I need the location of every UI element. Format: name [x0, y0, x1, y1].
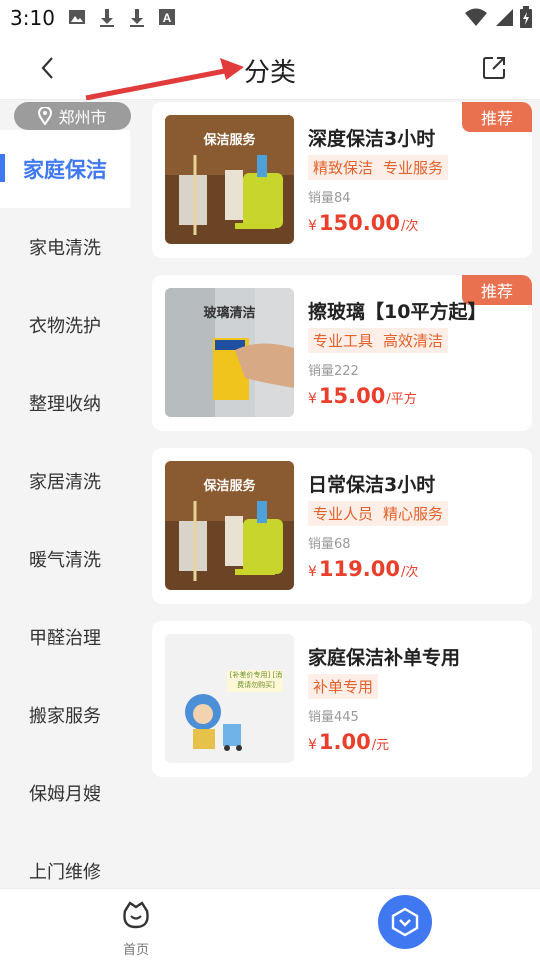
- category-sidebar: 家庭保洁 家电清洗 衣物洗护 整理收纳 家居清洗 暖气清洗 甲醛治理 搬家服务 …: [0, 100, 131, 890]
- price-value: 15.00: [318, 384, 386, 408]
- currency-symbol: ¥: [308, 737, 317, 753]
- price-unit: /次: [400, 219, 419, 234]
- city-selector[interactable]: 郑州市: [14, 102, 131, 130]
- sidebar-item-label: 家电清洗: [29, 238, 101, 259]
- sidebar-item-heating-cleaning[interactable]: 暖气清洗: [0, 520, 130, 598]
- price-value: 119.00: [318, 557, 400, 581]
- sidebar-item-appliance-cleaning[interactable]: 家电清洗: [0, 208, 130, 286]
- header: 分类: [0, 36, 540, 100]
- currency-symbol: ¥: [308, 218, 317, 234]
- sales-count: 销量68: [308, 537, 351, 552]
- home-face-icon: [123, 901, 149, 929]
- product-tag: 高效清洁: [378, 328, 449, 353]
- tab-home[interactable]: 首页: [104, 895, 168, 958]
- recommend-badge: 推荐: [462, 102, 532, 132]
- sidebar-item-label: 暖气清洗: [29, 550, 101, 571]
- price: ¥119.00/次: [308, 557, 418, 581]
- brand-logo-icon: [391, 907, 419, 937]
- price: ¥15.00/平方: [308, 384, 417, 408]
- price-value: 150.00: [318, 211, 400, 235]
- signal-icon: [496, 9, 513, 26]
- product-title: 家庭保洁补单专用: [308, 647, 461, 669]
- product-title: 深度保洁3小时: [308, 128, 436, 150]
- product-tag: 专业人员: [308, 501, 379, 526]
- sidebar-item-home-cleaning[interactable]: 家庭保洁: [0, 130, 130, 208]
- thumbnail-caption: [补差价专用] [消费请勿购买]: [229, 671, 283, 689]
- currency-symbol: ¥: [308, 564, 317, 580]
- sidebar-item-label: 甲醛治理: [29, 628, 101, 649]
- thumbnail-caption: 保洁服务: [203, 133, 256, 148]
- sidebar-item-formaldehyde[interactable]: 甲醛治理: [0, 598, 130, 676]
- sales-count: 销量445: [308, 710, 359, 725]
- battery-icon: [520, 6, 532, 28]
- active-indicator: [0, 154, 5, 182]
- font-icon: A: [159, 9, 175, 25]
- product-card[interactable]: [补差价专用] [消费请勿购买] 家庭保洁补单专用 补单专用 销量445 ¥1.…: [152, 621, 532, 777]
- wifi-icon: [465, 8, 487, 26]
- sidebar-item-label: 保姆月嫂: [29, 784, 101, 805]
- product-card[interactable]: 保洁服务 推荐 深度保洁3小时 精致保洁 专业服务 销量84 ¥150.00/次: [152, 102, 532, 258]
- product-thumbnail: [补差价专用] [消费请勿购买]: [165, 634, 294, 763]
- location-pin-icon: [38, 107, 53, 125]
- product-title: 擦玻璃【10平方起】: [308, 301, 487, 323]
- price-unit: /元: [371, 738, 390, 753]
- page-title: 分类: [243, 58, 296, 88]
- thumbnail-caption: 保洁服务: [203, 479, 256, 494]
- sidebar-item-label: 家庭保洁: [23, 158, 107, 182]
- product-thumbnail: 保洁服务: [165, 461, 294, 590]
- price-unit: /平方: [386, 392, 417, 407]
- city-name: 郑州市: [58, 108, 107, 127]
- download-icon: [100, 9, 114, 27]
- svg-text:A: A: [163, 11, 172, 25]
- product-tag: 补单专用: [308, 674, 379, 699]
- sidebar-item-furnishing-cleaning[interactable]: 家居清洗: [0, 442, 130, 520]
- thumbnail-caption: 玻璃清洁: [203, 306, 256, 321]
- product-thumbnail: 保洁服务: [165, 115, 294, 244]
- price: ¥150.00/次: [308, 211, 418, 235]
- download-icon: [130, 9, 144, 27]
- sidebar-item-organizing[interactable]: 整理收纳: [0, 364, 130, 442]
- bottom-tab-bar: 首页: [0, 888, 540, 960]
- status-time: 3:10: [10, 6, 55, 30]
- product-tag: 精致保洁: [308, 155, 379, 180]
- product-card[interactable]: 保洁服务 日常保洁3小时 专业人员 精心服务 销量68 ¥119.00/次: [152, 448, 532, 604]
- currency-symbol: ¥: [308, 391, 317, 407]
- sidebar-item-label: 衣物洗护: [29, 316, 101, 337]
- product-tag: 精心服务: [378, 501, 449, 526]
- product-thumbnail: 玻璃清洁: [165, 288, 294, 417]
- share-icon[interactable]: [480, 54, 508, 82]
- sidebar-item-moving[interactable]: 搬家服务: [0, 676, 130, 754]
- product-card[interactable]: 玻璃清洁 推荐 擦玻璃【10平方起】 专业工具 高效清洁 销量222 ¥15.0…: [152, 275, 532, 431]
- sidebar-item-nanny[interactable]: 保姆月嫂: [0, 754, 130, 832]
- price-value: 1.00: [318, 730, 371, 754]
- sidebar-item-label: 上门维修: [29, 862, 101, 883]
- sales-count: 销量222: [308, 364, 359, 379]
- product-title: 日常保洁3小时: [308, 474, 436, 496]
- tab-home-label: 首页: [122, 943, 149, 958]
- sidebar-item-laundry[interactable]: 衣物洗护: [0, 286, 130, 364]
- product-tag: 专业服务: [378, 155, 449, 180]
- product-tag: 专业工具: [308, 328, 379, 353]
- price: ¥1.00/元: [308, 730, 389, 754]
- image-icon: [69, 10, 85, 24]
- tab-center-button[interactable]: [378, 895, 432, 949]
- sidebar-item-label: 家居清洗: [29, 472, 101, 493]
- status-bar: 3:10 A: [0, 0, 540, 36]
- sidebar-item-label: 整理收纳: [29, 394, 101, 415]
- sidebar-item-label: 搬家服务: [29, 706, 101, 727]
- sales-count: 销量84: [308, 191, 351, 206]
- price-unit: /次: [400, 565, 419, 580]
